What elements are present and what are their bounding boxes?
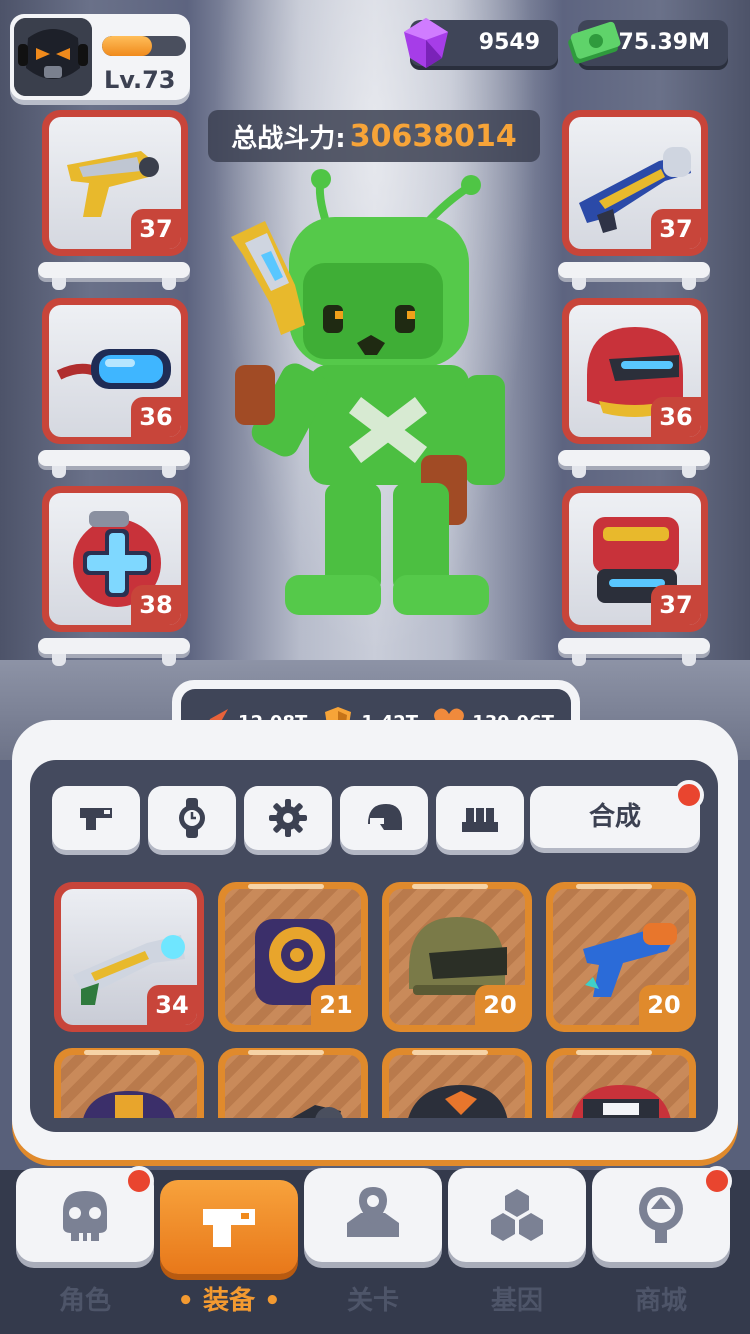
slot-level: 38 <box>131 585 181 625</box>
nav-label-shop[interactable]: 商城 <box>592 1280 730 1317</box>
shop-icon <box>639 1187 683 1243</box>
nav-genes[interactable] <box>448 1168 586 1262</box>
gun-icon <box>203 1209 255 1247</box>
inventory-item[interactable]: 20 <box>546 882 696 1032</box>
shelf <box>38 262 190 290</box>
nav-equipment[interactable] <box>160 1180 298 1274</box>
inventory-item[interactable]: 34 <box>54 882 204 1032</box>
gear-icon <box>269 799 307 837</box>
hex-icon <box>491 1189 543 1241</box>
inventory-item[interactable]: 20 <box>382 882 532 1032</box>
nav-label-character[interactable]: 角色 <box>16 1280 154 1317</box>
racing-helmet-icon <box>571 1085 671 1118</box>
cash-counter[interactable]: 75.39M <box>568 20 728 66</box>
base-icon <box>462 808 498 832</box>
equip-slot-goggles[interactable]: 36 <box>42 298 188 444</box>
tab-weapons[interactable] <box>52 786 140 850</box>
equip-slot-rifle[interactable]: 37 <box>562 110 708 256</box>
tab-accessories[interactable] <box>148 786 236 850</box>
player-level: Lv.73 <box>104 66 176 94</box>
skull-icon <box>63 1191 107 1241</box>
equip-slot-gauntlet[interactable]: 37 <box>562 486 708 632</box>
nav-label-genes[interactable]: 基因 <box>448 1280 586 1317</box>
equip-slot-weapon[interactable]: 37 <box>42 110 188 256</box>
hero-character[interactable] <box>225 165 525 625</box>
nav-label-equipment[interactable]: • 装备 • <box>160 1280 298 1317</box>
equip-slot-armor[interactable]: 38 <box>42 486 188 632</box>
xp-bar <box>102 36 186 56</box>
inventory-row-2 <box>30 1044 718 1118</box>
cash-icon <box>568 21 621 64</box>
scope-icon <box>292 1105 343 1118</box>
gem-icon <box>404 18 448 68</box>
gun-icon <box>80 808 112 830</box>
gems-value: 9549 <box>478 30 540 55</box>
tab-base[interactable] <box>436 786 524 850</box>
cap-icon <box>408 1085 508 1118</box>
shelf <box>558 638 710 666</box>
shelf <box>38 450 190 478</box>
inventory-item[interactable] <box>382 1048 532 1118</box>
total-power-value: 30638014 <box>349 118 517 154</box>
shelf <box>558 450 710 478</box>
helmet-icon <box>368 804 402 830</box>
cash-value: 75.39M <box>618 30 710 55</box>
gems-counter[interactable]: 9549 <box>404 18 558 68</box>
item-level: 34 <box>147 985 197 1025</box>
shelf <box>558 262 710 290</box>
watch-icon <box>179 798 205 838</box>
item-level: 20 <box>475 985 525 1025</box>
map-pin-icon <box>347 1187 399 1237</box>
item-level: 21 <box>311 985 361 1025</box>
tab-helmets[interactable] <box>340 786 428 850</box>
nav-character-badge <box>124 1166 154 1196</box>
merge-notification-badge <box>674 780 704 810</box>
item-level: 20 <box>639 985 689 1025</box>
armor-icon <box>83 1091 175 1118</box>
slot-level: 37 <box>651 585 701 625</box>
inventory-item[interactable] <box>218 1048 368 1118</box>
slot-level: 36 <box>131 397 181 437</box>
inventory-item[interactable] <box>54 1048 204 1118</box>
nav-shop-badge <box>702 1166 732 1196</box>
inventory-item[interactable] <box>546 1048 696 1118</box>
tab-gear[interactable] <box>244 786 332 850</box>
avatar[interactable] <box>14 18 92 96</box>
total-power-label: 总战斗力: <box>231 123 346 154</box>
nav-label-stages[interactable]: 关卡 <box>304 1280 442 1317</box>
xp-bar-fill <box>102 36 153 56</box>
inventory-item[interactable]: 21 <box>218 882 368 1032</box>
avatar-mask-icon <box>14 18 92 96</box>
slot-level: 37 <box>651 209 701 249</box>
player-card[interactable]: Lv.73 <box>10 14 190 100</box>
equip-slot-helmet[interactable]: 36 <box>562 298 708 444</box>
total-power: 总战斗力: 30638014 <box>208 110 540 162</box>
slot-level: 37 <box>131 209 181 249</box>
shelf <box>38 638 190 666</box>
slot-level: 36 <box>651 397 701 437</box>
nav-stages[interactable] <box>304 1168 442 1262</box>
